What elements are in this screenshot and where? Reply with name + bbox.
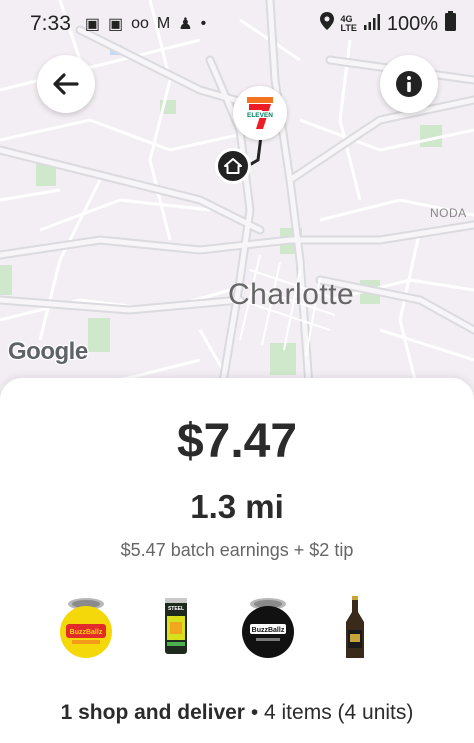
home-icon — [224, 158, 242, 174]
offer-price: $7.47 — [176, 415, 298, 468]
clipboard-icon: ▣ — [108, 16, 124, 33]
status-right: 4G LTE 100% — [319, 11, 456, 37]
home-pin[interactable] — [215, 148, 251, 184]
lte-icon: 4G LTE — [340, 14, 357, 33]
offer-earnings: $5.47 batch earnings + $2 tip — [120, 540, 354, 560]
offer-summary: 1 shop and deliver • 4 items (4 units) — [0, 701, 474, 725]
gmail-icon: M — [156, 15, 171, 32]
svg-text:BuzzBallz: BuzzBallz — [70, 629, 103, 636]
clipboard-icon: ▣ — [84, 16, 100, 33]
battery-icon — [445, 11, 456, 37]
signal-icon — [363, 13, 380, 36]
location-icon — [319, 12, 334, 36]
arrow-left-icon — [53, 73, 79, 95]
buzzballz-black-can-icon: BuzzBallz — [240, 596, 296, 662]
info-button[interactable] — [380, 55, 438, 113]
seven-eleven-logo-icon: ELEVEN — [245, 97, 275, 129]
svg-text:STEEL: STEEL — [168, 606, 184, 612]
notification-icons: ▣ ▣ oo M ♟ • — [85, 14, 206, 34]
item-thumbnails: BuzzBallz STEEL BuzzBallz — [0, 596, 474, 662]
buzzballz-yellow-can-icon: BuzzBallz — [58, 596, 114, 662]
dot-icon: • — [200, 15, 207, 32]
city-label: Charlotte — [228, 278, 355, 311]
store-logo-text: ELEVEN — [247, 112, 273, 119]
status-bar: 7:33 ▣ ▣ oo M ♟ • 4G LTE 100% — [0, 0, 474, 48]
svg-text:BuzzBallz: BuzzBallz — [252, 627, 285, 634]
battery-percent: 100% — [386, 12, 438, 35]
map-view[interactable]: 7:33 ▣ ▣ oo M ♟ • 4G LTE 100% ELEVEN NOD… — [0, 0, 474, 400]
offer-distance: 1.3 mi — [190, 488, 284, 525]
app-icon: ♟ — [178, 16, 193, 33]
status-time: 7:33 — [30, 12, 71, 35]
back-button[interactable] — [37, 55, 95, 113]
voicemail-icon: oo — [131, 15, 149, 32]
store-pin-7-eleven[interactable]: ELEVEN — [233, 86, 287, 140]
summary-item-count: • 4 items (4 units) — [244, 701, 414, 724]
beer-bottle-icon — [344, 596, 366, 662]
offer-sheet: $7.47 1.3 mi $5.47 batch earnings + $2 t… — [0, 378, 474, 743]
area-label-noda: NODA — [430, 206, 467, 220]
google-attribution: Google — [8, 338, 88, 365]
steel-reserve-pineapple-can-icon: STEEL — [164, 596, 188, 662]
summary-shop-type: 1 shop and deliver — [60, 701, 245, 724]
info-icon — [396, 71, 422, 97]
